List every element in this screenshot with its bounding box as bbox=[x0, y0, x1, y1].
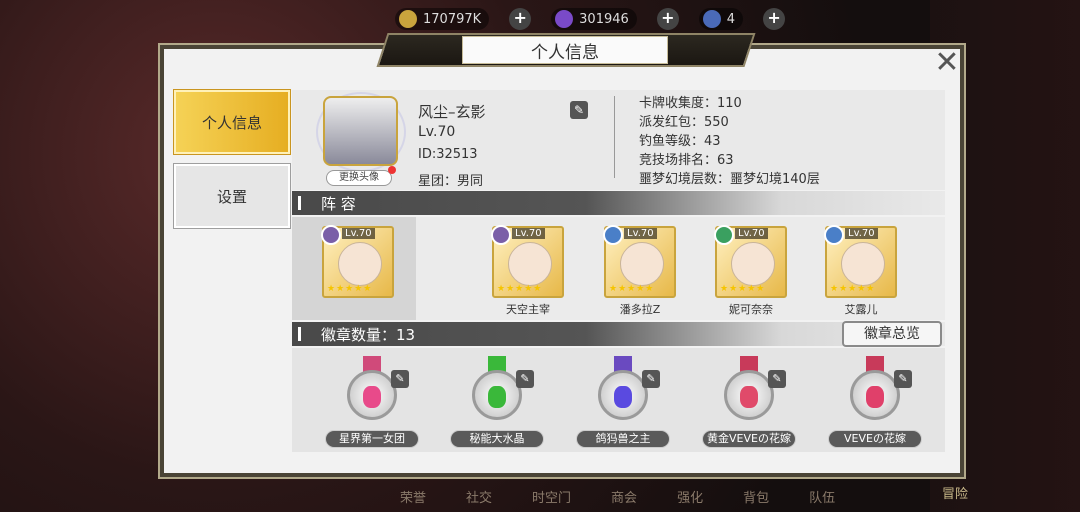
card-level: Lv.70 bbox=[342, 228, 375, 239]
badge-label: 秘能大水晶 bbox=[450, 430, 544, 448]
gem-icon bbox=[488, 386, 506, 408]
stat-nightmare-floor: 噩梦幻境层数：噩梦幻境140层 bbox=[639, 172, 820, 187]
edit-badge-icon[interactable]: ✎ bbox=[642, 370, 660, 388]
ticket-value: 4 bbox=[726, 11, 736, 27]
tab-settings[interactable]: 设置 bbox=[174, 164, 290, 228]
badge-medal[interactable]: ✎ bbox=[844, 356, 912, 426]
stat-arena-rank: 竞技场排名：63 bbox=[639, 153, 734, 168]
card-level: Lv.70 bbox=[624, 228, 657, 239]
stat-fishing-level: 钓鱼等级：43 bbox=[639, 134, 721, 149]
tab-profile[interactable]: 个人信息 bbox=[174, 90, 290, 154]
ticket-resource: 4 bbox=[698, 8, 744, 30]
player-guild: 星团：男同 bbox=[418, 174, 484, 189]
lineup-card[interactable]: Lv.70 ★★★★★ bbox=[714, 225, 787, 298]
badge-medal[interactable]: ✎ bbox=[341, 356, 409, 426]
edit-badge-icon[interactable]: ✎ bbox=[516, 370, 534, 388]
nav-social[interactable]: 社交 bbox=[466, 487, 492, 506]
shield-icon bbox=[491, 225, 511, 245]
resource-bar: 170797K + 301946 + 4 + bbox=[395, 8, 786, 30]
character-portrait bbox=[338, 242, 382, 286]
gem-resource: 301946 bbox=[551, 8, 637, 30]
player-name: 风尘–玄影 bbox=[418, 103, 486, 121]
card-level: Lv.70 bbox=[845, 228, 878, 239]
gem-value: 301946 bbox=[579, 11, 629, 27]
cross-icon bbox=[714, 225, 734, 245]
nav-portal[interactable]: 时空门 bbox=[532, 487, 571, 506]
stats-list: 卡牌收集度：110 派发红包：550 钓鱼等级：43 竞技场排名：63 噩梦幻境… bbox=[639, 94, 820, 189]
lineup-title: 阵 容 bbox=[321, 194, 356, 213]
gem-icon bbox=[363, 386, 381, 408]
character-portrait bbox=[620, 242, 664, 286]
edit-name-icon[interactable]: ✎ bbox=[570, 101, 588, 119]
player-id: ID:32513 bbox=[418, 147, 478, 162]
nav-enhance[interactable]: 强化 bbox=[677, 487, 703, 506]
lineup-card[interactable]: Lv.70 ★★★★★ bbox=[321, 225, 394, 298]
panel-title: 个人信息 bbox=[462, 36, 668, 64]
gem-icon bbox=[555, 10, 574, 28]
badge-medal[interactable]: ✎ bbox=[466, 356, 534, 426]
badges-title: 徽章数量：13 bbox=[321, 325, 416, 344]
nav-shop[interactable]: 商会 bbox=[611, 487, 637, 506]
notification-dot bbox=[388, 166, 396, 174]
star-rating: ★★★★★ bbox=[327, 284, 373, 294]
star-rating: ★★★★★ bbox=[497, 284, 543, 294]
bottom-nav: 荣誉 社交 时空门 商会 强化 背包 队伍 bbox=[400, 487, 835, 506]
gold-value: 170797K bbox=[423, 11, 482, 27]
lineup-card[interactable]: Lv.70 ★★★★★ bbox=[603, 225, 676, 298]
badge-label: 星界第一女团 bbox=[325, 430, 419, 448]
character-portrait bbox=[508, 242, 552, 286]
card-level: Lv.70 bbox=[512, 228, 545, 239]
lineup-header: 阵 容 bbox=[292, 191, 945, 215]
edit-badge-icon[interactable]: ✎ bbox=[391, 370, 409, 388]
gem-icon bbox=[866, 386, 884, 408]
card-name: 天空主宰 bbox=[506, 303, 550, 316]
bow-icon bbox=[824, 225, 844, 245]
character-portrait bbox=[841, 242, 885, 286]
card-name: 艾露儿 bbox=[844, 303, 878, 316]
change-avatar-button[interactable]: 更换头像 bbox=[326, 170, 392, 186]
badge-medal[interactable]: ✎ bbox=[718, 356, 786, 426]
edit-badge-icon[interactable]: ✎ bbox=[894, 370, 912, 388]
coin-icon bbox=[399, 10, 417, 28]
star-rating: ★★★★★ bbox=[830, 284, 876, 294]
badge-label: 黄金VEVEの花嫁 bbox=[702, 430, 796, 448]
stat-card-collection: 卡牌收集度：110 bbox=[639, 96, 742, 111]
stat-red-packets: 派发红包：550 bbox=[639, 115, 729, 130]
badge-label: 鸽犸兽之主 bbox=[576, 430, 670, 448]
player-level: Lv.70 bbox=[418, 124, 456, 140]
card-name: 潘多拉Z bbox=[619, 303, 661, 316]
badge-overview-button[interactable]: 徽章总览 bbox=[842, 321, 942, 347]
close-icon[interactable]: ✕ bbox=[930, 48, 964, 82]
nav-team[interactable]: 队伍 bbox=[809, 487, 835, 506]
edit-badge-icon[interactable]: ✎ bbox=[768, 370, 786, 388]
gem-icon bbox=[740, 386, 758, 408]
card-name: 妮可奈奈 bbox=[729, 303, 773, 316]
avatar[interactable] bbox=[323, 96, 398, 166]
card-level: Lv.70 bbox=[735, 228, 768, 239]
gem-icon bbox=[614, 386, 632, 408]
star-rating: ★★★★★ bbox=[720, 284, 766, 294]
ticket-icon bbox=[702, 10, 721, 28]
badge-medal[interactable]: ✎ bbox=[592, 356, 660, 426]
lineup-card[interactable]: Lv.70 ★★★★★ bbox=[491, 225, 564, 298]
star-rating: ★★★★★ bbox=[609, 284, 655, 294]
adventure-button[interactable]: 冒险 bbox=[942, 483, 968, 502]
nav-bag[interactable]: 背包 bbox=[743, 487, 769, 506]
gold-resource: 170797K bbox=[395, 8, 490, 30]
lineup-card[interactable]: Lv.70 ★★★★★ bbox=[824, 225, 897, 298]
add-ticket-button[interactable]: + bbox=[763, 8, 786, 30]
divider bbox=[614, 96, 615, 178]
add-gold-button[interactable]: + bbox=[509, 8, 532, 30]
character-portrait bbox=[731, 242, 775, 286]
nav-honor[interactable]: 荣誉 bbox=[400, 487, 426, 506]
swords-icon bbox=[603, 225, 623, 245]
portrait-icon bbox=[321, 225, 341, 245]
badge-label: VEVEの花嫁 bbox=[828, 430, 922, 448]
add-gem-button[interactable]: + bbox=[656, 8, 679, 30]
